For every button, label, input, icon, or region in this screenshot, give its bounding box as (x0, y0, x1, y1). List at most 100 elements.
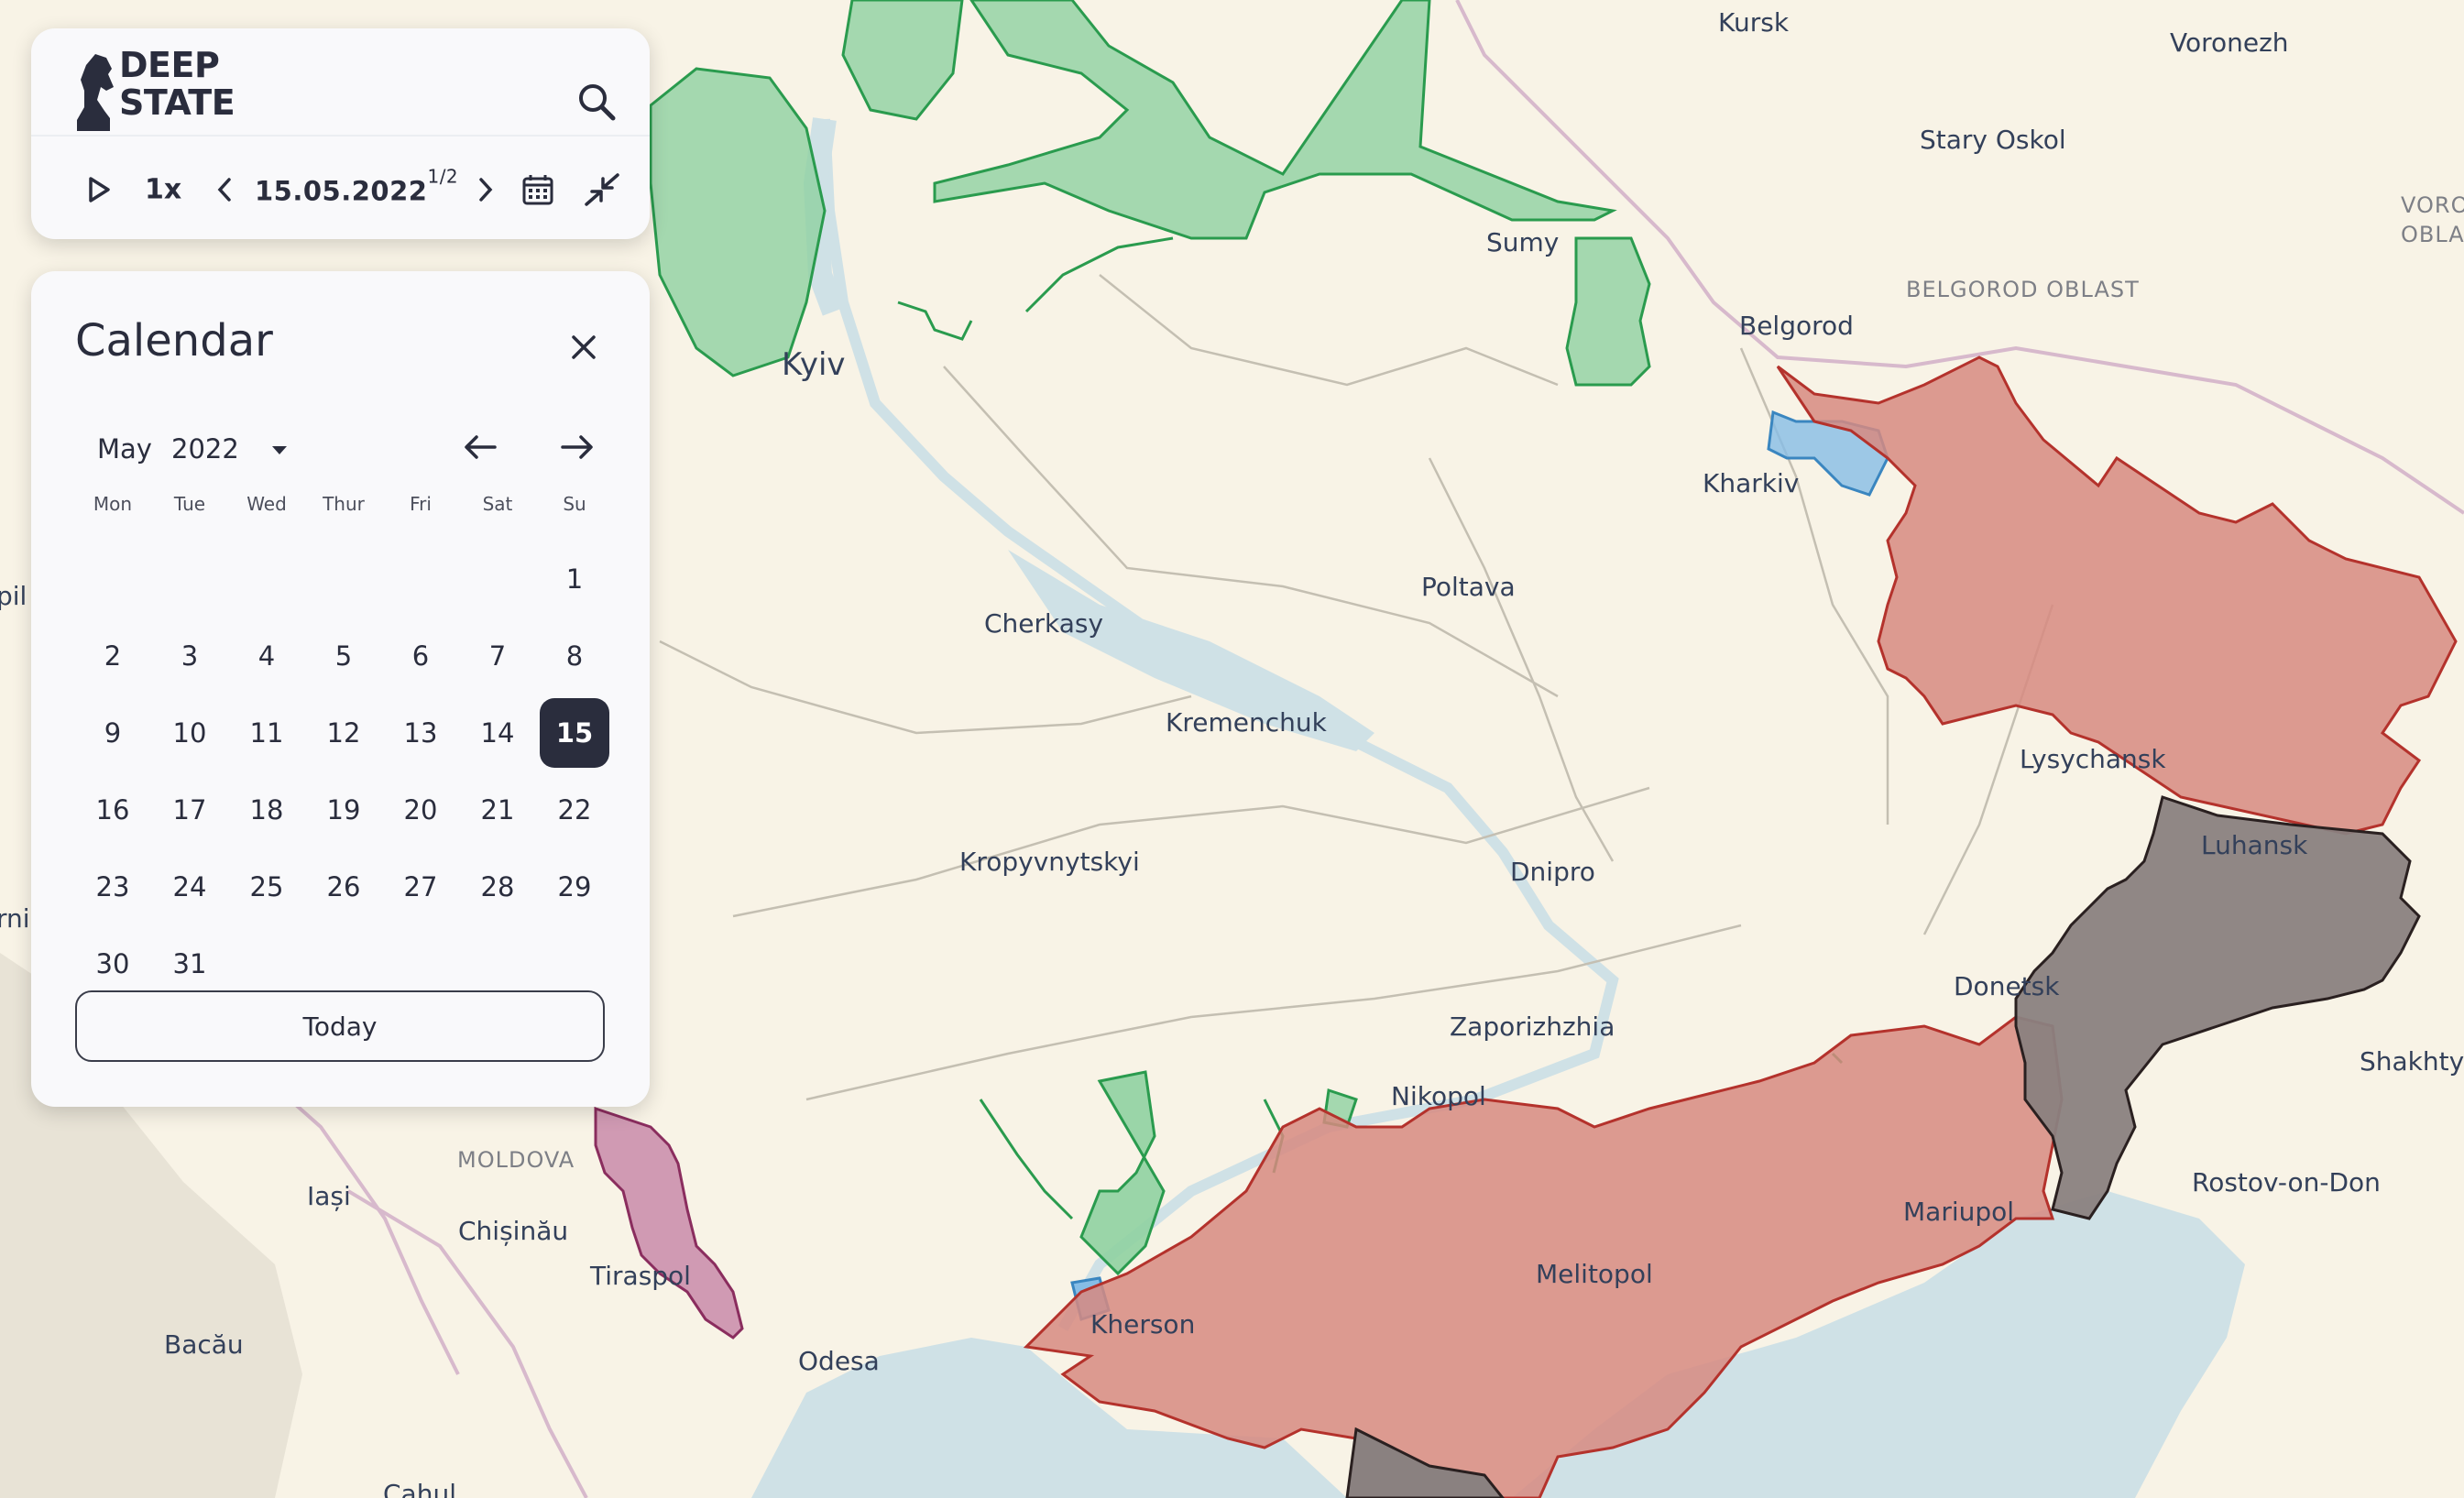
logo-line-2: STATE (119, 82, 235, 123)
label-kharkiv: Kharkiv (1703, 468, 1799, 498)
calendar-empty-cell (459, 541, 536, 618)
label-odesa: Odesa (798, 1346, 880, 1376)
label-edge-left-2: rni (0, 903, 30, 934)
compare-icon[interactable] (581, 171, 623, 208)
calendar-icon[interactable] (520, 172, 555, 207)
label-belgorod-oblast: BELGOROD OBLAST (1906, 277, 2140, 302)
label-bacau: Bacău (164, 1329, 244, 1360)
calendar-empty-cell (305, 541, 382, 618)
calendar-title: Calendar (75, 315, 273, 366)
calendar-empty-cell (151, 541, 228, 618)
calendar-days: 1 2 3 4 5 6 7 8 9 10 11 12 13 14 15 16 17 18 19 20 21 22 23 24 2… (74, 541, 613, 1002)
label-melitopol: Melitopol (1536, 1259, 1653, 1289)
calendar-day[interactable]: 19 (305, 771, 382, 848)
arrow-left-icon[interactable] (458, 424, 504, 470)
calendar-day[interactable]: 24 (151, 848, 228, 925)
calendar-empty-cell (228, 541, 305, 618)
year-label[interactable]: 2022 (171, 433, 239, 465)
calendar-day[interactable]: 2 (74, 618, 151, 694)
label-kherson: Kherson (1090, 1309, 1195, 1339)
calendar-day[interactable]: 1 (536, 541, 613, 618)
label-dnipro: Dnipro (1510, 857, 1595, 887)
label-cahul: Cahul (383, 1479, 456, 1498)
calendar-popup: Calendar May 2022 Mon Tue Wed Thur Fri S… (31, 271, 650, 1107)
calendar-day[interactable]: 23 (74, 848, 151, 925)
month-label[interactable]: May (97, 433, 152, 465)
label-donetsk: Donetsk (1954, 971, 2060, 1001)
top-panel: DEEP STATE 1x 15.05.20221/2 (31, 28, 650, 239)
weekday-label: Tue (173, 493, 206, 515)
arrow-right-icon[interactable] (553, 424, 599, 470)
calendar-day[interactable]: 11 (228, 694, 305, 771)
calendar-day[interactable]: 13 (382, 694, 459, 771)
calendar-day[interactable]: 7 (459, 618, 536, 694)
label-kremenchuk: Kremenchuk (1166, 707, 1328, 738)
chevron-left-icon[interactable] (211, 174, 238, 205)
label-zaporizhzhia: Zaporizhzhia (1450, 1011, 1615, 1042)
calendar-day[interactable]: 21 (459, 771, 536, 848)
label-voronezh-oblast-2: OBLAS (2401, 222, 2464, 247)
calendar-empty-cell (74, 541, 151, 618)
label-luhansk: Luhansk (2201, 830, 2308, 860)
label-kyiv: Kyiv (782, 346, 846, 383)
calendar-day[interactable]: 29 (536, 848, 613, 925)
calendar-day[interactable]: 4 (228, 618, 305, 694)
label-shakhty: Shakhty (2360, 1046, 2464, 1077)
calendar-day[interactable]: 26 (305, 848, 382, 925)
label-rostov: Rostov-on-Don (2192, 1167, 2381, 1197)
calendar-day[interactable]: 18 (228, 771, 305, 848)
close-icon[interactable] (563, 326, 605, 368)
calendar-day[interactable]: 20 (382, 771, 459, 848)
calendar-day[interactable]: 16 (74, 771, 151, 848)
date-value: 15.05.2022 (255, 175, 428, 207)
selected-day-number: 15 (540, 698, 609, 768)
chevron-right-icon[interactable] (472, 174, 499, 205)
logo-text: DEEP STATE (119, 47, 235, 122)
play-icon[interactable] (82, 174, 114, 205)
calendar-day[interactable]: 12 (305, 694, 382, 771)
calendar-day[interactable]: 3 (151, 618, 228, 694)
label-chisinau: Chișinău (458, 1216, 568, 1246)
label-voronezh: Voronezh (2170, 27, 2289, 58)
weekday-label: Sat (482, 493, 513, 515)
weekday-label: Mon (93, 493, 133, 515)
caret-down-icon[interactable] (264, 434, 295, 465)
weekday-header: Mon Tue Wed Thur Fri Sat Su (74, 493, 613, 520)
calendar-day[interactable]: 10 (151, 694, 228, 771)
search-icon[interactable] (575, 80, 620, 126)
calendar-day[interactable]: 8 (536, 618, 613, 694)
label-stary-oskol: Stary Oskol (1920, 125, 2066, 155)
current-date[interactable]: 15.05.20221/2 (255, 166, 458, 207)
calendar-day[interactable]: 28 (459, 848, 536, 925)
weekday-label: Su (563, 493, 586, 515)
label-iasi: Iași (307, 1181, 351, 1211)
calendar-day[interactable]: 14 (459, 694, 536, 771)
calendar-day[interactable]: 17 (151, 771, 228, 848)
weekday-label: Fri (410, 493, 432, 515)
calendar-day[interactable]: 9 (74, 694, 151, 771)
calendar-day[interactable]: 6 (382, 618, 459, 694)
label-lysychansk: Lysychansk (2020, 744, 2166, 774)
label-sumy: Sumy (1486, 227, 1559, 257)
label-kropyvnytskyi: Kropyvnytskyi (959, 847, 1140, 877)
calendar-day[interactable]: 25 (228, 848, 305, 925)
label-edge-left-1: pil (0, 581, 27, 611)
today-button[interactable]: Today (75, 990, 605, 1062)
label-voronezh-oblast-1: VORON (2401, 192, 2464, 218)
calendar-day[interactable]: 5 (305, 618, 382, 694)
logo-line-1: DEEP (119, 45, 220, 85)
date-fraction: 1/2 (427, 165, 459, 188)
label-moldova: MOLDOVA (457, 1147, 575, 1173)
weekday-label: Wed (246, 493, 287, 515)
calendar-grid: Mon Tue Wed Thur Fri Sat Su 1 2 3 4 5 6 7 8 9 10 1… (74, 493, 613, 1002)
label-nikopol: Nikopol (1391, 1081, 1486, 1111)
calendar-day-selected[interactable]: 15 (536, 694, 613, 771)
speed-button[interactable]: 1x (145, 174, 181, 206)
calendar-day[interactable]: 27 (382, 848, 459, 925)
label-belgorod: Belgorod (1739, 311, 1854, 341)
label-poltava: Poltava (1421, 572, 1516, 602)
panel-divider (31, 135, 650, 137)
calendar-empty-cell (382, 541, 459, 618)
calendar-day[interactable]: 22 (536, 771, 613, 848)
label-mariupol: Mariupol (1903, 1197, 2014, 1227)
